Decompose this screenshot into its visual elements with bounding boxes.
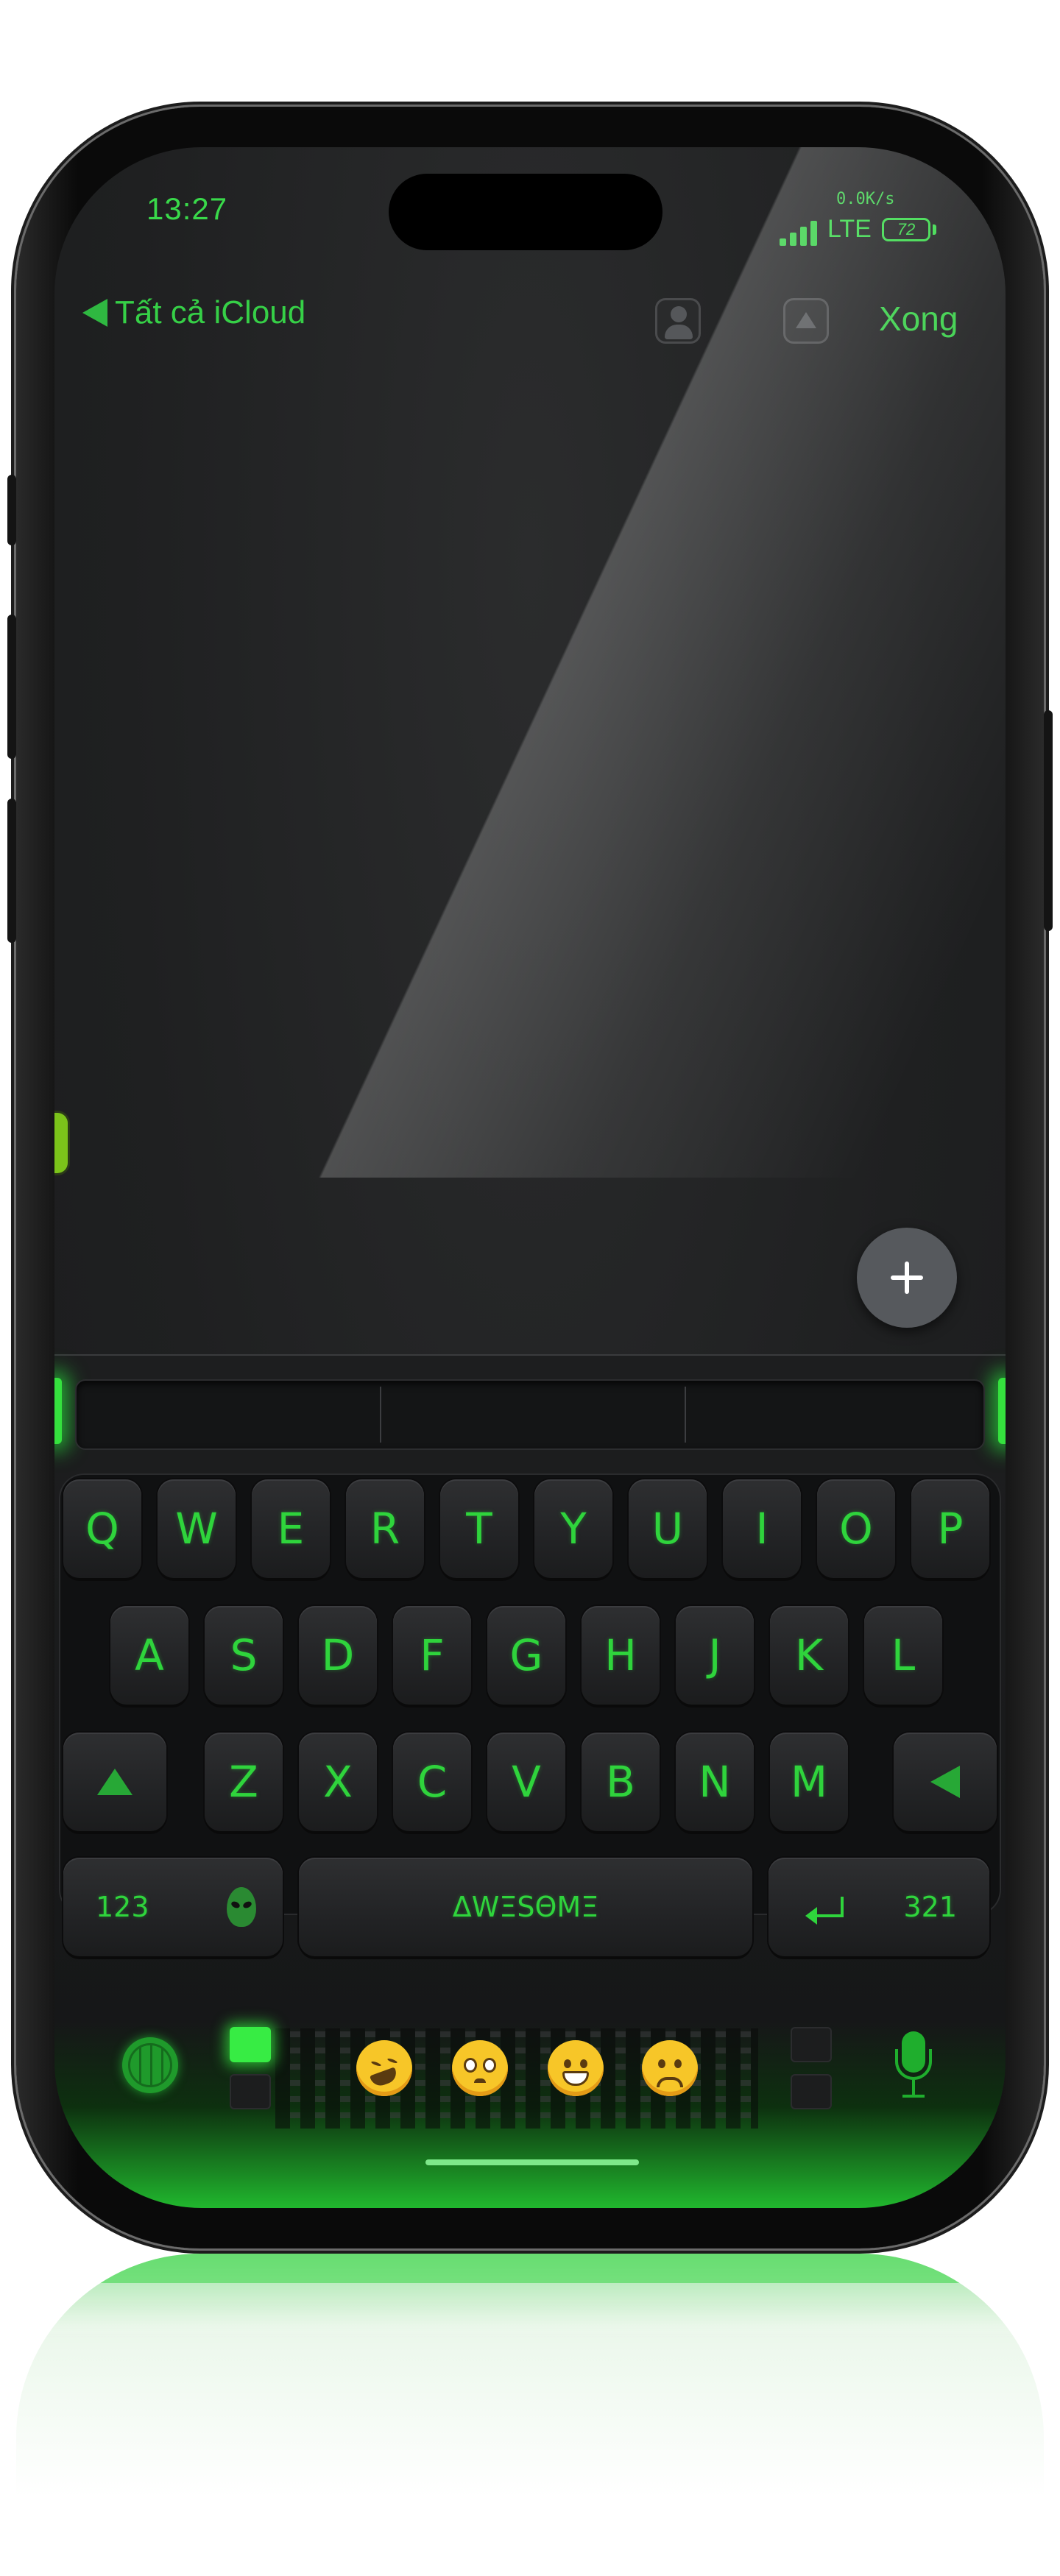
key-u[interactable]: U xyxy=(629,1479,707,1578)
key-z[interactable]: Z xyxy=(205,1733,283,1831)
keyboard-glow-right xyxy=(998,1378,1006,1444)
done-button[interactable]: Xong xyxy=(879,299,958,339)
led-indicator-on xyxy=(230,2027,271,2062)
signal-icon xyxy=(780,221,819,246)
phone-frame: 13:27 0.0K/s LTE 72 Tất cả iCloud Xong Q… xyxy=(7,107,1053,2248)
suggestion-bar xyxy=(75,1379,985,1450)
key-i[interactable]: I xyxy=(723,1479,801,1578)
key-v[interactable]: V xyxy=(487,1733,565,1831)
key-b[interactable]: B xyxy=(582,1733,660,1831)
keyboard: Q W E R T Y U I O P A S D F G H J K L Z … xyxy=(54,1354,1006,2208)
key-w[interactable]: W xyxy=(158,1479,236,1578)
numbers-label: 123 xyxy=(96,1891,149,1923)
dynamic-island xyxy=(389,174,662,250)
side-tab[interactable] xyxy=(54,1113,68,1173)
globe-icon[interactable] xyxy=(122,2037,178,2093)
reverse-numbers-label: 321 xyxy=(903,1891,957,1923)
power-button xyxy=(1044,710,1053,931)
key-p[interactable]: P xyxy=(911,1479,989,1578)
phone-reflection xyxy=(16,2254,1044,2497)
key-o[interactable]: O xyxy=(817,1479,895,1578)
keyboard-glow-left xyxy=(54,1378,62,1444)
back-arrow-icon xyxy=(82,299,107,327)
rofl-emoji[interactable] xyxy=(356,2040,412,2096)
status-net-speed: 0.0K/s xyxy=(836,190,895,208)
key-m[interactable]: M xyxy=(770,1733,848,1831)
microphone-icon[interactable] xyxy=(895,2031,932,2103)
battery-nub xyxy=(933,224,936,235)
frowning-emoji[interactable] xyxy=(642,2040,698,2096)
shift-icon xyxy=(97,1769,132,1795)
return-key[interactable]: 321 xyxy=(768,1858,989,1956)
key-g[interactable]: G xyxy=(487,1606,565,1705)
share-contact-icon[interactable] xyxy=(655,298,701,344)
battery-icon: 72 xyxy=(882,218,930,241)
key-l[interactable]: L xyxy=(864,1606,942,1705)
share-icon[interactable] xyxy=(783,298,829,344)
pleading-emoji[interactable] xyxy=(452,2040,508,2096)
add-button[interactable] xyxy=(857,1228,957,1328)
key-c[interactable]: C xyxy=(393,1733,471,1831)
key-x[interactable]: X xyxy=(299,1733,377,1831)
return-icon xyxy=(805,1897,844,1925)
suggestion-2[interactable] xyxy=(381,1381,683,1448)
delete-key[interactable] xyxy=(894,1733,997,1831)
key-y[interactable]: Y xyxy=(534,1479,612,1578)
alien-icon xyxy=(227,1887,256,1927)
delete-icon xyxy=(930,1766,960,1798)
led-indicator-off xyxy=(791,2074,832,2109)
back-button[interactable]: Tất cả iCloud xyxy=(82,294,305,331)
status-network: LTE xyxy=(827,215,872,243)
home-indicator[interactable] xyxy=(425,2159,639,2165)
key-j[interactable]: J xyxy=(676,1606,754,1705)
suggestion-1[interactable] xyxy=(77,1381,378,1448)
status-time: 13:27 xyxy=(146,191,228,226)
key-k[interactable]: K xyxy=(770,1606,848,1705)
key-s[interactable]: S xyxy=(205,1606,283,1705)
volume-up-button xyxy=(7,615,16,759)
suggestion-3[interactable] xyxy=(686,1381,988,1448)
key-h[interactable]: H xyxy=(582,1606,660,1705)
led-indicator-off xyxy=(230,2074,271,2109)
key-q[interactable]: Q xyxy=(63,1479,141,1578)
key-d[interactable]: D xyxy=(299,1606,377,1705)
numbers-key[interactable]: 123 xyxy=(63,1858,283,1956)
key-r[interactable]: R xyxy=(346,1479,424,1578)
key-t[interactable]: T xyxy=(440,1479,518,1578)
led-indicator-off xyxy=(791,2027,832,2062)
action-button xyxy=(7,475,16,545)
key-e[interactable]: E xyxy=(252,1479,330,1578)
grinning-emoji[interactable] xyxy=(548,2040,604,2096)
screen: 13:27 0.0K/s LTE 72 Tất cả iCloud Xong Q… xyxy=(54,147,1006,2208)
key-n[interactable]: N xyxy=(676,1733,754,1831)
volume-down-button xyxy=(7,799,16,943)
key-a[interactable]: A xyxy=(110,1606,188,1705)
shift-key[interactable] xyxy=(63,1733,166,1831)
back-label: Tất cả iCloud xyxy=(115,294,306,330)
key-f[interactable]: F xyxy=(393,1606,471,1705)
space-key[interactable]: ΔWΞSΘMΞ xyxy=(299,1858,752,1956)
